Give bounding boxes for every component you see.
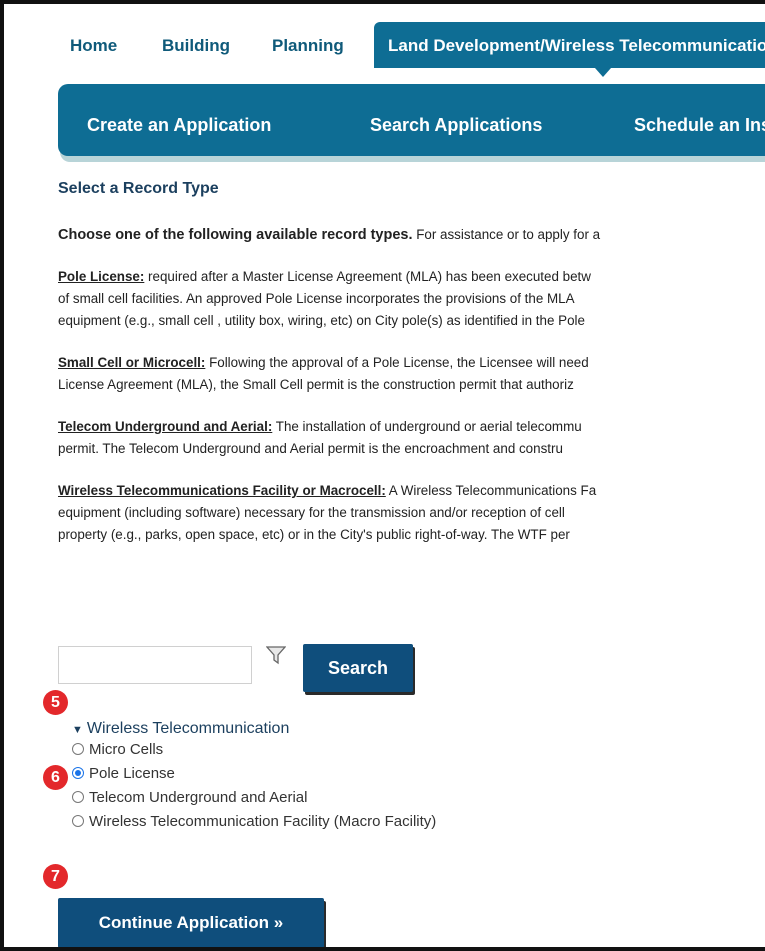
wireless-facility-description: Wireless Telecommunications Facility or … bbox=[58, 480, 765, 546]
record-type-tree: ▼ Wireless Telecommunication Micro Cells … bbox=[72, 720, 436, 834]
instructions-text: For assistance or to apply for a bbox=[412, 227, 601, 242]
small-cell-line-2: License Agreement (MLA), the Small Cell … bbox=[58, 377, 574, 392]
top-tabs: Home Building Planning Land Development/… bbox=[4, 4, 765, 68]
filter-icon[interactable] bbox=[266, 645, 286, 665]
option-micro-cells[interactable]: Micro Cells bbox=[72, 738, 436, 762]
schedule-inspection-link[interactable]: Schedule an Inspection bbox=[634, 115, 765, 136]
instructions-bold: Choose one of the following available re… bbox=[58, 227, 413, 243]
page-frame: Home Building Planning Land Development/… bbox=[0, 0, 765, 951]
telecom-description: Telecom Underground and Aerial: The inst… bbox=[58, 416, 765, 460]
radio-pole-license[interactable] bbox=[72, 767, 84, 779]
small-cell-description: Small Cell or Microcell: Following the a… bbox=[58, 352, 765, 396]
option-telecom-underground-aerial[interactable]: Telecom Underground and Aerial bbox=[72, 786, 436, 810]
tab-building[interactable]: Building bbox=[162, 36, 230, 56]
pole-license-description: Pole License: required after a Master Li… bbox=[58, 266, 765, 332]
wireless-facility-term: Wireless Telecommunications Facility or … bbox=[58, 483, 386, 498]
record-type-search-input[interactable] bbox=[58, 646, 252, 684]
step-marker-7: 7 bbox=[43, 864, 68, 889]
telecom-line-1: The installation of underground or aeria… bbox=[272, 419, 582, 434]
page-title: Select a Record Type bbox=[58, 180, 219, 197]
radio-wireless-facility[interactable] bbox=[72, 815, 84, 827]
pole-license-line-3: equipment (e.g., small cell , utility bo… bbox=[58, 313, 585, 328]
wireless-facility-line-2: equipment (including software) necessary… bbox=[58, 505, 565, 520]
telecom-line-2: permit. The Telecom Underground and Aeri… bbox=[58, 441, 563, 456]
option-label: Wireless Telecommunication Facility (Mac… bbox=[89, 813, 437, 830]
option-pole-license[interactable]: Pole License bbox=[72, 762, 436, 786]
tab-land-development-wireless-telecom[interactable]: Land Development/Wireless Telecommunicat… bbox=[374, 22, 765, 68]
active-tab-caret bbox=[595, 68, 611, 77]
wireless-telecom-group-toggle[interactable]: ▼ Wireless Telecommunication bbox=[72, 720, 436, 738]
telecom-term: Telecom Underground and Aerial: bbox=[58, 419, 273, 434]
tab-planning[interactable]: Planning bbox=[272, 36, 344, 56]
search-applications-link[interactable]: Search Applications bbox=[370, 115, 542, 136]
option-label: Pole License bbox=[89, 765, 175, 782]
wireless-facility-line-1: A Wireless Telecommunications Fa bbox=[385, 483, 597, 498]
tab-home[interactable]: Home bbox=[70, 36, 117, 56]
step-marker-5: 5 bbox=[43, 690, 68, 715]
group-label: Wireless Telecommunication bbox=[86, 720, 290, 737]
create-application-link[interactable]: Create an Application bbox=[87, 115, 271, 136]
wireless-facility-line-3: property (e.g., parks, open space, etc) … bbox=[58, 527, 570, 542]
pole-license-line-2: of small cell facilities. An approved Po… bbox=[58, 291, 575, 306]
continue-application-button[interactable]: Continue Application » bbox=[58, 898, 324, 947]
pole-license-term: Pole License: bbox=[58, 269, 145, 284]
subnav-bar: Create an Application Search Application… bbox=[58, 84, 765, 156]
pole-license-line-1: required after a Master License Agreemen… bbox=[144, 269, 591, 284]
radio-telecom-underground-aerial[interactable] bbox=[72, 791, 84, 803]
triangle-down-icon: ▼ bbox=[72, 724, 83, 736]
instructions: Choose one of the following available re… bbox=[58, 224, 765, 246]
small-cell-line-1: Following the approval of a Pole License… bbox=[205, 355, 589, 370]
radio-micro-cells[interactable] bbox=[72, 743, 84, 755]
option-wireless-facility[interactable]: Wireless Telecommunication Facility (Mac… bbox=[72, 810, 436, 834]
search-button[interactable]: Search bbox=[303, 644, 413, 692]
record-type-content: Select a Record Type Choose one of the f… bbox=[58, 178, 765, 546]
option-label: Micro Cells bbox=[89, 741, 164, 758]
step-marker-6: 6 bbox=[43, 765, 68, 790]
small-cell-term: Small Cell or Microcell: bbox=[58, 355, 206, 370]
option-label: Telecom Underground and Aerial bbox=[89, 789, 308, 806]
